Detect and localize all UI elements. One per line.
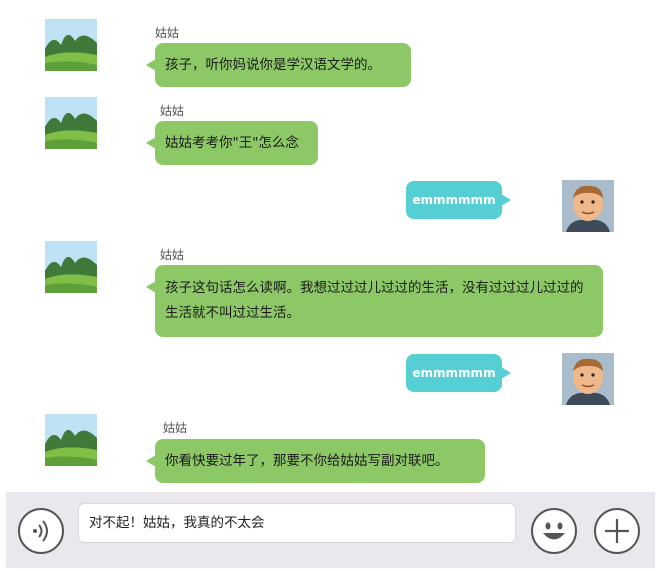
message-bubble-self[interactable]: emmmmmm	[406, 181, 511, 219]
plus-icon	[605, 519, 629, 543]
landscape-avatar-icon	[45, 19, 97, 71]
chat-input-bar: 对不起！姑姑，我真的不太会	[6, 492, 655, 568]
sender-name: 姑姑	[163, 421, 188, 435]
sender-name: 姑姑	[160, 104, 185, 118]
plus-button[interactable]	[594, 508, 640, 554]
avatar-aunt[interactable]	[45, 414, 97, 466]
cartoon-face-avatar-icon	[562, 353, 614, 405]
message-bubble[interactable]: 你看快要过年了，那要不你给姑姑写副对联吧。	[146, 439, 485, 483]
message-text: emmmmmm	[412, 366, 496, 380]
emoji-button[interactable]	[531, 508, 577, 554]
cartoon-face-avatar-icon	[562, 180, 614, 232]
avatar-self[interactable]	[562, 353, 614, 405]
voice-button[interactable]	[18, 508, 64, 554]
message-input[interactable]: 对不起！姑姑，我真的不太会	[78, 503, 516, 543]
avatar-aunt[interactable]	[45, 19, 97, 71]
message-input-value: 对不起！姑姑，我真的不太会	[89, 515, 265, 531]
message-text: 姑姑考考你"王"怎么念	[165, 135, 299, 151]
message-bubble[interactable]: 姑姑考考你"王"怎么念	[146, 121, 318, 165]
message-bubble[interactable]: 孩子，听你妈说你是学汉语文学的。	[146, 43, 411, 87]
avatar-aunt[interactable]	[45, 97, 97, 149]
message-text: 你看快要过年了，那要不你给姑姑写副对联吧。	[165, 453, 449, 469]
message-bubble-self[interactable]: emmmmmm	[406, 354, 511, 392]
message-bubble[interactable]: 孩子这句话怎么读啊。我想过过过儿过过的生活，没有过过过儿过过的生活就不叫过过生活…	[146, 265, 603, 337]
avatar-self[interactable]	[562, 180, 614, 232]
landscape-avatar-icon	[45, 414, 97, 466]
message-text: emmmmmm	[412, 193, 496, 207]
voice-icon	[33, 520, 48, 542]
landscape-avatar-icon	[45, 97, 97, 149]
sender-name: 姑姑	[155, 26, 180, 40]
message-text: 孩子这句话怎么读啊。我想过过过儿过过的生活，没有过过过儿过过的生活就不叫过过生活…	[165, 280, 584, 321]
message-text: 孩子，听你妈说你是学汉语文学的。	[165, 57, 381, 73]
emoji-icon	[543, 522, 565, 540]
avatar-aunt[interactable]	[45, 241, 97, 293]
sender-name: 姑姑	[160, 248, 185, 262]
landscape-avatar-icon	[45, 241, 97, 293]
